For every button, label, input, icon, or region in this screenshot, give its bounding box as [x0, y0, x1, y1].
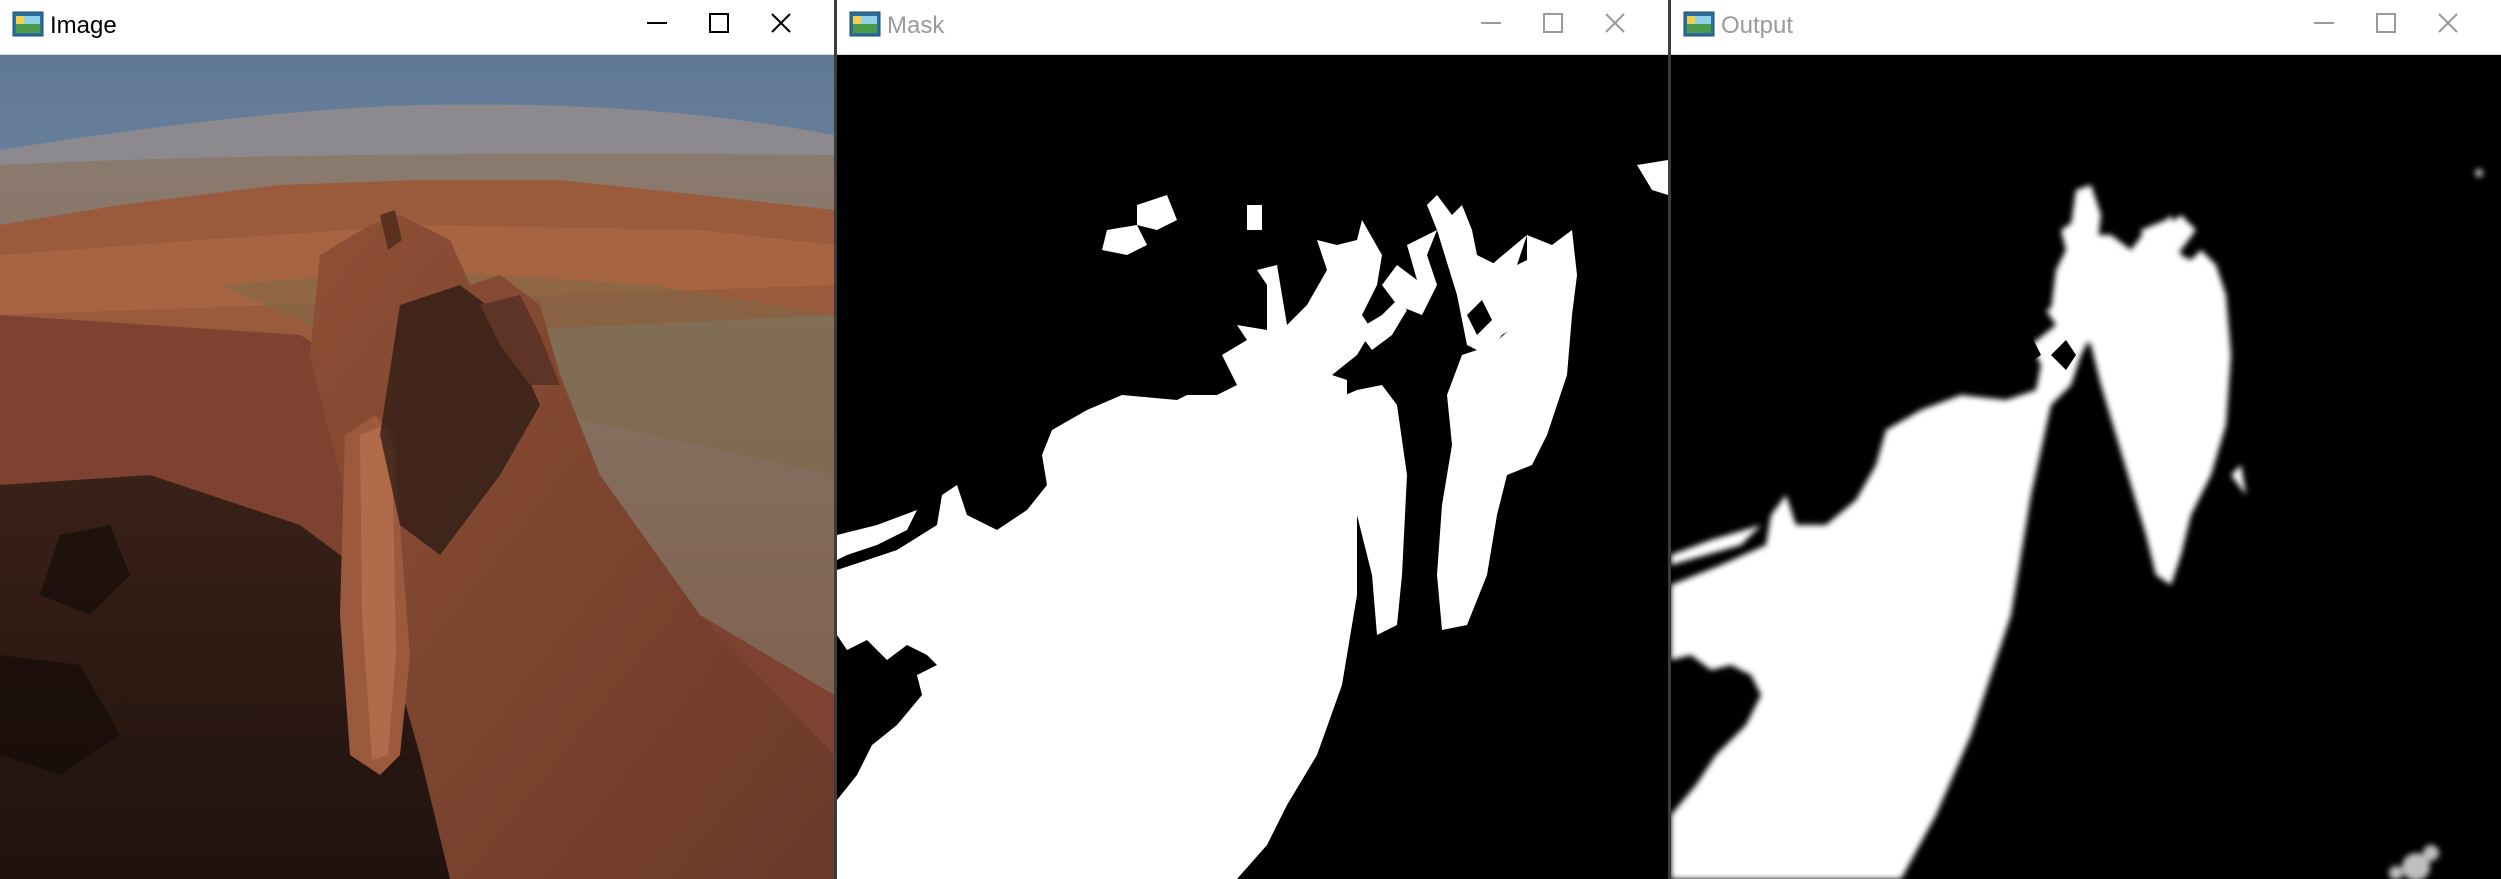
app-icon [12, 11, 44, 37]
close-icon [1605, 13, 1625, 33]
canyon-photo [0, 55, 834, 879]
mask-window[interactable]: Mask [837, 0, 1668, 879]
minimize-button[interactable] [2293, 0, 2355, 46]
minimize-icon [2314, 22, 2334, 24]
output-window[interactable]: Output [1671, 0, 2501, 879]
image-canvas [0, 55, 834, 879]
mask-window-titlebar[interactable]: Mask [837, 0, 1668, 55]
app-icon [849, 11, 881, 37]
close-button[interactable] [1584, 0, 1646, 46]
app-icon [1683, 11, 1715, 37]
output-canvas [1671, 55, 2501, 879]
minimize-button[interactable] [626, 0, 688, 46]
maximize-button[interactable] [2355, 0, 2417, 46]
image-window-titlebar[interactable]: Image [0, 0, 834, 55]
image-window[interactable]: Image [0, 0, 834, 879]
maximize-icon [2376, 13, 2396, 33]
maximize-icon [1543, 13, 1563, 33]
window-title: Output [1721, 12, 1794, 39]
window-title: Mask [887, 12, 945, 39]
minimize-icon [1481, 22, 1501, 24]
window-title: Image [50, 12, 117, 39]
minimize-button[interactable] [1460, 0, 1522, 46]
refined-matte [1671, 55, 2501, 879]
close-button[interactable] [2417, 0, 2479, 46]
maximize-icon [709, 13, 729, 33]
close-icon [2438, 13, 2458, 33]
minimize-icon [647, 22, 667, 24]
binary-mask [837, 55, 1668, 879]
output-window-titlebar[interactable]: Output [1671, 0, 2501, 55]
close-icon [771, 13, 791, 33]
close-button[interactable] [750, 0, 812, 46]
mask-canvas [837, 55, 1668, 879]
maximize-button[interactable] [1522, 0, 1584, 46]
maximize-button[interactable] [688, 0, 750, 46]
